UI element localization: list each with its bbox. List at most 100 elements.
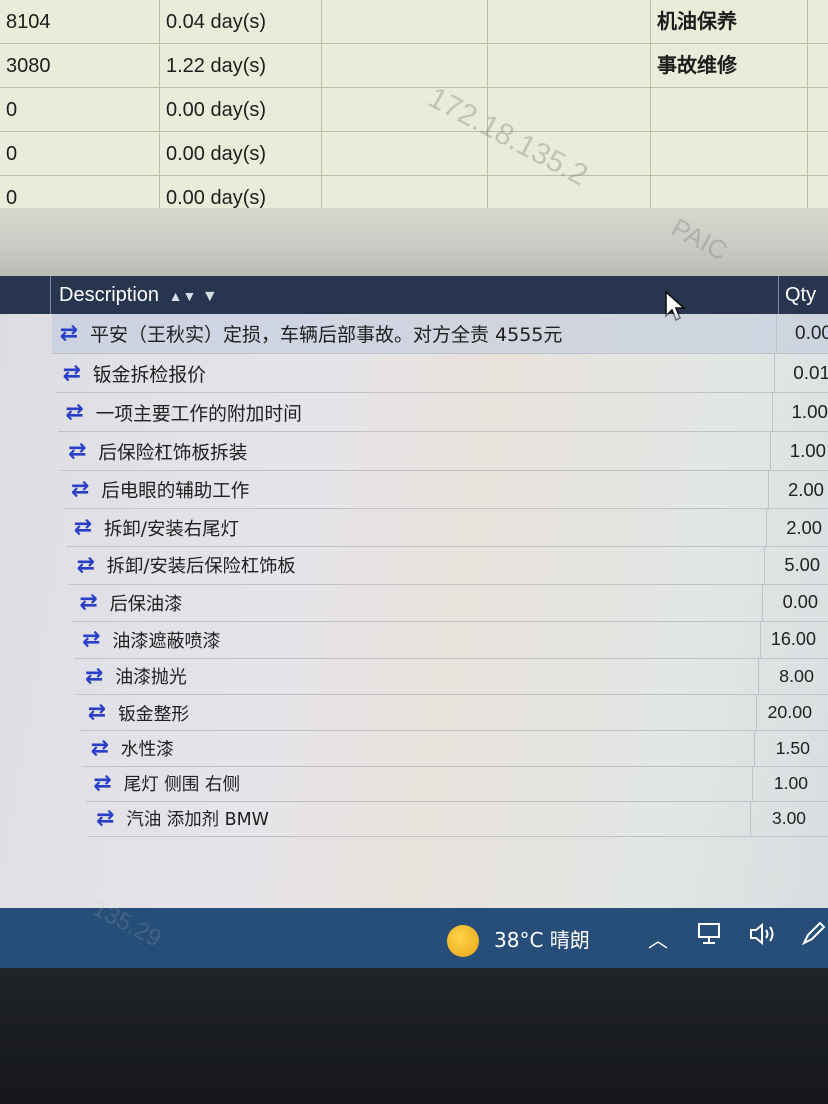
table-row[interactable]: ⇄ 汽油 添加剂 BMW 3.00 [88, 801, 828, 837]
qty-column-header[interactable]: Qty [778, 276, 828, 314]
network-icon[interactable] [696, 920, 724, 960]
swap-arrows-icon[interactable]: ⇄ [60, 439, 94, 464]
time-cell: 0.04 day(s) [160, 0, 322, 44]
qty-cell: 1.50 [753, 731, 814, 766]
swap-arrows-icon[interactable]: ⇄ [55, 361, 89, 386]
table-row[interactable]: ⇄ 平安（王秋实）定损，车辆后部事故。对方全责 4555元 0.00 [52, 314, 828, 354]
empty-cell [808, 88, 828, 132]
table-row[interactable]: ⇄ 拆卸/安装右尾灯 2.00 [66, 509, 828, 548]
description-text: 汽油 添加剂 BMW [126, 810, 269, 831]
description-text: 后保险杠饰板拆装 [98, 442, 248, 464]
monitor-bezel: 135.29 [0, 894, 828, 1104]
table-row[interactable]: ⇄ 水性漆 1.50 [82, 731, 828, 767]
qty-cell: 2.00 [767, 470, 828, 509]
sun-icon[interactable] [447, 925, 479, 957]
description-text: 水性漆 [120, 740, 174, 761]
table-row[interactable]: ⇄ 油漆抛光 8.00 [77, 658, 828, 695]
description-text: 油漆抛光 [115, 667, 187, 689]
swap-arrows-icon[interactable]: ⇄ [69, 553, 103, 578]
qty-cell: 8.00 [757, 658, 818, 694]
swap-arrows-icon[interactable]: ⇄ [72, 590, 106, 615]
id-cell: 3080 [0, 44, 160, 88]
description-cell: ⇄ 拆卸/安装右尾灯 [66, 509, 239, 546]
table-row[interactable]: ⇄ 尾灯 侧围 右侧 1.00 [85, 766, 828, 802]
table-row[interactable]: ⇄ 后保油漆 0.00 [71, 584, 828, 622]
description-text: 后电眼的辅助工作 [101, 480, 250, 502]
qty-cell: 0.00 [776, 314, 828, 353]
qty-cell: 1.00 [751, 766, 812, 801]
swap-arrows-icon[interactable]: ⇄ [77, 664, 111, 689]
description-text: 钣金拆检报价 [92, 363, 206, 386]
company-watermark: PAIC [666, 212, 733, 267]
description-text: 后保油漆 [109, 593, 183, 615]
top-grid: 8104 0.04 day(s) 机油保养 3080 1.22 day(s) 事… [0, 0, 828, 208]
type-cell [651, 132, 808, 176]
description-cell: ⇄ 汽油 添加剂 BMW [88, 802, 269, 836]
description-cell: ⇄ 水性漆 [83, 731, 174, 766]
table-row[interactable]: ⇄ 钣金整形 20.00 [80, 695, 828, 731]
empty-cell [322, 44, 488, 88]
empty-cell [488, 132, 651, 176]
empty-cell [808, 176, 828, 208]
description-text: 拆卸/安装右尾灯 [104, 518, 239, 540]
sort-icon[interactable]: ▲▼ [169, 288, 197, 304]
swap-arrows-icon[interactable]: ⇄ [74, 627, 108, 652]
id-cell: 8104 [0, 0, 160, 44]
table-row[interactable]: 0 0.00 day(s) [0, 132, 828, 176]
chevron-up-icon[interactable]: ︿ [648, 920, 668, 960]
qty-cell: 2.00 [766, 509, 826, 547]
table-row[interactable]: ⇄ 钣金拆检报价 0.01 [54, 353, 828, 394]
swap-arrows-icon[interactable]: ⇄ [66, 515, 100, 540]
swap-arrows-icon[interactable]: ⇄ [80, 700, 114, 725]
table-row[interactable]: ⇄ 油漆遮蔽喷漆 16.00 [74, 621, 828, 659]
description-cell: ⇄ 后保油漆 [72, 585, 183, 621]
empty-cell [488, 176, 651, 208]
swap-arrows-icon[interactable]: ⇄ [88, 806, 122, 831]
description-cell: ⇄ 后电眼的辅助工作 [63, 471, 249, 508]
description-cell: ⇄ 拆卸/安装后保险杠饰板 [69, 547, 296, 584]
table-row[interactable]: 8104 0.04 day(s) 机油保养 [0, 0, 828, 44]
table-row[interactable]: 0 0.00 day(s) [0, 88, 828, 132]
table-header: Description ▲▼ ▼ Qty [0, 276, 828, 322]
empty-cell [322, 0, 488, 44]
table-row[interactable]: 3080 1.22 day(s) 事故维修 [0, 44, 828, 88]
description-cell: ⇄ 后保险杠饰板拆装 [60, 432, 247, 470]
description-text: 拆卸/安装后保险杠饰板 [106, 556, 296, 578]
description-cell: ⇄ 钣金整形 [80, 695, 189, 730]
description-text: 平安（王秋实）定损，车辆后部事故。对方全责 4555元 [90, 324, 563, 346]
table-row[interactable]: ⇄ 后保险杠饰板拆装 1.00 [60, 432, 828, 472]
swap-arrows-icon[interactable]: ⇄ [86, 771, 120, 796]
table-row[interactable]: ⇄ 一项主要工作的附加时间 1.00 [57, 393, 828, 433]
filter-icon[interactable]: ▼ [202, 288, 218, 305]
empty-cell [322, 88, 488, 132]
swap-arrows-icon[interactable]: ⇄ [52, 321, 86, 346]
empty-cell [808, 0, 828, 44]
table-row[interactable]: ⇄ 后电眼的辅助工作 2.00 [63, 470, 828, 510]
swap-arrows-icon[interactable]: ⇄ [83, 736, 117, 761]
volume-icon[interactable] [748, 920, 778, 960]
time-cell: 1.22 day(s) [160, 44, 322, 88]
description-cell: ⇄ 油漆抛光 [77, 659, 187, 694]
qty-cell: 5.00 [763, 547, 824, 584]
qty-header-label: Qty [785, 284, 817, 306]
qty-cell: 20.00 [756, 695, 816, 730]
type-cell: 事故维修 [651, 44, 808, 88]
id-cell: 0 [0, 176, 160, 208]
description-cell: ⇄ 一项主要工作的附加时间 [58, 393, 301, 431]
empty-cell [322, 176, 488, 208]
description-cell: ⇄ 钣金拆检报价 [55, 354, 206, 393]
description-cell: ⇄ 平安（王秋实）定损，车辆后部事故。对方全责 4555元 [52, 314, 563, 353]
qty-cell: 0.00 [761, 584, 822, 621]
swap-arrows-icon[interactable]: ⇄ [63, 477, 97, 502]
empty-cell [808, 132, 828, 176]
type-cell [651, 88, 808, 132]
separator-band: PAIC [0, 208, 828, 276]
table-row[interactable]: ⇄ 拆卸/安装后保险杠饰板 5.00 [68, 547, 828, 585]
weather-widget[interactable]: 38°C 晴朗 [494, 924, 590, 956]
pen-icon[interactable] [800, 920, 826, 960]
description-text: 尾灯 侧围 右侧 [123, 775, 241, 796]
description-header-label: Description [59, 284, 160, 306]
empty-cell [488, 88, 651, 132]
swap-arrows-icon[interactable]: ⇄ [58, 400, 92, 425]
table-row[interactable]: 0 0.00 day(s) [0, 176, 828, 208]
